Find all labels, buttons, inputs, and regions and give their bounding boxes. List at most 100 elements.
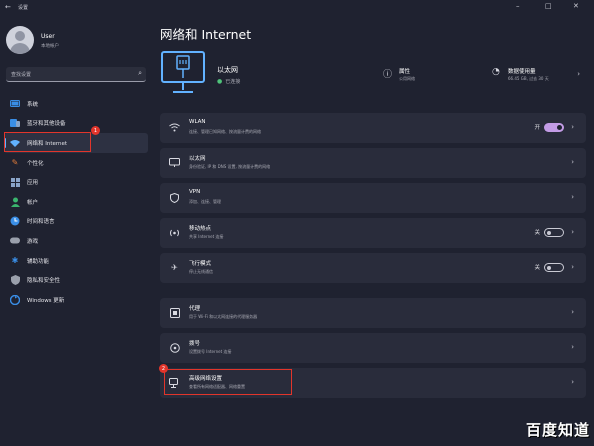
wifi-icon bbox=[169, 122, 180, 133]
card-title: 代理 bbox=[189, 306, 201, 312]
sidebar-item-accounts[interactable]: 帐户 bbox=[4, 192, 148, 212]
sidebar-item-label: 帐户 bbox=[27, 199, 39, 206]
annotation-badge-2: 2 bbox=[159, 364, 168, 373]
sidebar-item-accessibility[interactable]: ✱ 辅助功能 bbox=[4, 251, 148, 271]
card-title: 飞行模式 bbox=[189, 261, 212, 267]
search-input[interactable]: 查找设置 ⌕ bbox=[6, 67, 146, 82]
card-title: 拨号 bbox=[189, 341, 201, 347]
toggle-label: 关 bbox=[534, 230, 540, 236]
chevron-right-icon: › bbox=[571, 228, 574, 236]
sidebar-item-label: 隐私和安全性 bbox=[27, 278, 61, 285]
connection-status-label: 已连接 bbox=[225, 79, 241, 85]
gaming-icon bbox=[10, 236, 20, 246]
page-title: 网络和 Internet bbox=[160, 27, 252, 42]
card-ethernet[interactable]: 以太网 身份验证, IP 和 DNS 设置, 按流量计费的网络 › bbox=[160, 148, 586, 178]
sidebar-item-bluetooth[interactable]: 蓝牙和其他设备 bbox=[4, 114, 148, 134]
sidebar-item-windows-update[interactable]: Windows 更新 bbox=[4, 290, 148, 310]
card-airplane-mode[interactable]: ✈ 飞行模式 停止无线通信 关 › bbox=[160, 253, 586, 283]
card-wlan[interactable]: WLAN 连接、管理已知网络、按流量计费的网络 开 › bbox=[160, 113, 586, 143]
sidebar-item-label: 系统 bbox=[27, 101, 39, 108]
card-subtitle: 添加、连接、管理 bbox=[189, 199, 221, 204]
system-icon bbox=[10, 99, 20, 109]
data-usage-icon: ◔ bbox=[492, 67, 500, 77]
personalization-icon: ✎ bbox=[11, 158, 19, 168]
card-title: VPN bbox=[189, 189, 201, 195]
main-content: 网络和 Internet 以太网 ● 已连接 ⓘ 属性 公用网络 ◔ 数据使用量… bbox=[159, 16, 586, 446]
card-subtitle: 停止无线通信 bbox=[189, 269, 213, 274]
sidebar-item-privacy[interactable]: 隐私和安全性 bbox=[4, 270, 148, 290]
nav-list: 系统 蓝牙和其他设备 网络和 Internet ✎ 个性化 应用 帐户 时间和语… bbox=[4, 94, 148, 310]
windows-update-icon bbox=[10, 294, 20, 305]
close-icon[interactable]: ✕ bbox=[573, 2, 579, 10]
highlight-box-network bbox=[4, 132, 91, 152]
user-account-type: 本地帐户 bbox=[41, 44, 59, 49]
back-arrow-icon[interactable]: ← bbox=[5, 3, 11, 11]
chevron-right-icon: › bbox=[571, 263, 574, 271]
card-title: 以太网 bbox=[189, 156, 206, 162]
connection-name: 以太网 bbox=[217, 66, 238, 74]
sidebar-item-label: 蓝牙和其他设备 bbox=[27, 121, 66, 128]
hotspot-icon bbox=[169, 227, 180, 238]
privacy-icon bbox=[10, 275, 20, 286]
sidebar-item-apps[interactable]: 应用 bbox=[4, 172, 148, 192]
accounts-icon bbox=[10, 197, 20, 207]
annotation-badge-1: 1 bbox=[91, 126, 100, 135]
proxy-icon bbox=[169, 307, 180, 318]
maximize-icon[interactable]: □ bbox=[545, 2, 552, 10]
card-mobile-hotspot[interactable]: 移动热点 共享 Internet 连接 关 › bbox=[160, 218, 586, 248]
chevron-right-icon: › bbox=[571, 123, 574, 131]
properties-link[interactable]: ⓘ 属性 公用网络 bbox=[383, 67, 463, 87]
toggle-label: 开 bbox=[534, 125, 540, 131]
wlan-toggle[interactable] bbox=[544, 123, 564, 132]
time-language-icon bbox=[10, 216, 20, 226]
dialup-icon bbox=[169, 342, 180, 353]
properties-title: 属性 bbox=[399, 69, 411, 75]
user-name: User bbox=[41, 33, 55, 40]
chevron-right-icon: › bbox=[571, 193, 574, 201]
ethernet-icon bbox=[169, 157, 180, 168]
data-usage-title: 数据使用量 bbox=[508, 69, 536, 75]
ethernet-monitor-icon bbox=[161, 51, 205, 93]
watermark-text: 百度知道 bbox=[525, 421, 590, 439]
sidebar: User 本地帐户 查找设置 ⌕ 系统 蓝牙和其他设备 网络和 Internet… bbox=[0, 16, 152, 446]
minimize-icon[interactable]: – bbox=[516, 2, 520, 10]
connected-icon: ● bbox=[217, 78, 223, 85]
hotspot-toggle[interactable] bbox=[544, 228, 564, 237]
user-profile[interactable]: User 本地帐户 bbox=[6, 26, 146, 56]
card-dialup[interactable]: 拨号 设置拨号 Internet 连接 › bbox=[160, 333, 586, 363]
sidebar-item-label: 游戏 bbox=[27, 238, 39, 245]
accessibility-icon: ✱ bbox=[11, 256, 19, 266]
card-subtitle: 共享 Internet 连接 bbox=[189, 234, 224, 239]
properties-sub: 公用网络 bbox=[399, 76, 415, 81]
card-subtitle: 连接、管理已知网络、按流量计费的网络 bbox=[189, 129, 261, 134]
airplane-icon: ✈ bbox=[171, 263, 178, 272]
toggle-label: 关 bbox=[534, 265, 540, 271]
card-subtitle: 身份验证, IP 和 DNS 设置, 按流量计费的网络 bbox=[189, 164, 271, 169]
chevron-right-icon: › bbox=[571, 378, 574, 386]
search-icon: ⌕ bbox=[138, 69, 142, 77]
bluetooth-icon bbox=[10, 118, 20, 128]
title-bar: ← 设置 – □ ✕ bbox=[0, 0, 594, 16]
chevron-right-icon: › bbox=[571, 343, 574, 351]
vpn-shield-icon bbox=[169, 192, 180, 203]
sidebar-item-personalization[interactable]: ✎ 个性化 bbox=[4, 153, 148, 173]
data-usage-link[interactable]: ◔ 数据使用量 66.45 GB, 过去 30 天 bbox=[492, 67, 577, 87]
highlight-box-advanced bbox=[164, 369, 292, 395]
connection-status: ● 已连接 bbox=[217, 78, 240, 85]
sidebar-item-gaming[interactable]: 游戏 bbox=[4, 231, 148, 251]
sidebar-item-system[interactable]: 系统 bbox=[4, 94, 148, 114]
card-vpn[interactable]: VPN 添加、连接、管理 › bbox=[160, 183, 586, 213]
info-icon: ⓘ bbox=[383, 70, 393, 80]
sidebar-item-label: 应用 bbox=[27, 180, 39, 187]
card-title: WLAN bbox=[189, 119, 206, 125]
card-subtitle: 用于 Wi-Fi 和以太网连接的代理服务器 bbox=[189, 314, 258, 319]
airplane-toggle[interactable] bbox=[544, 263, 564, 272]
apps-icon bbox=[10, 177, 20, 187]
sidebar-item-label: 辅助功能 bbox=[27, 258, 50, 265]
data-usage-sub: 66.45 GB, 过去 30 天 bbox=[508, 76, 549, 81]
card-subtitle: 设置拨号 Internet 连接 bbox=[189, 349, 232, 354]
chevron-right-icon[interactable]: › bbox=[577, 70, 580, 78]
sidebar-item-time-language[interactable]: 时间和语言 bbox=[4, 212, 148, 232]
card-proxy[interactable]: 代理 用于 Wi-Fi 和以太网连接的代理服务器 › bbox=[160, 298, 586, 328]
window-title: 设置 bbox=[18, 5, 29, 11]
